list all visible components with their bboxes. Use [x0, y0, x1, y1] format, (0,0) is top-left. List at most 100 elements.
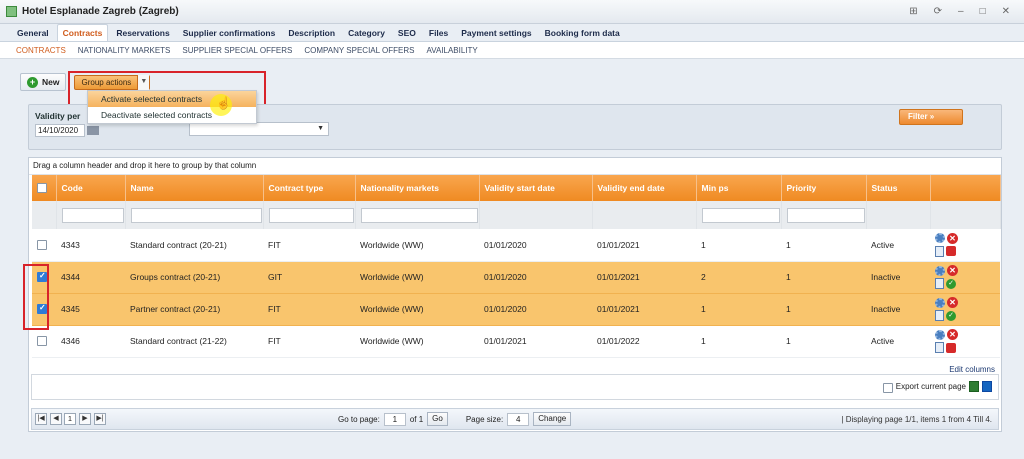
refresh-icon[interactable]: ⟳: [934, 6, 942, 17]
filter-minps-input[interactable]: [701, 207, 780, 223]
deactivate-icon[interactable]: [946, 246, 956, 257]
filter-button[interactable]: Filter »: [899, 109, 963, 125]
col-min-ps[interactable]: Min ps: [696, 175, 782, 201]
subtab-company-special-offers[interactable]: COMPANY SPECIAL OFFERS: [304, 46, 414, 55]
highlight-box-checkboxes: [23, 264, 49, 330]
table-row[interactable]: 4343 Standard contract (20-21) FIT World…: [32, 229, 1000, 262]
new-button[interactable]: + New: [20, 73, 67, 91]
filter-type-input[interactable]: [268, 207, 354, 223]
filter-markets-input[interactable]: [360, 207, 478, 223]
filter-cell-actions: [930, 201, 1001, 229]
pin-icon[interactable]: ⊞: [909, 6, 917, 17]
cell-actions: ✕ ✓: [930, 261, 1000, 294]
prev-page-icon[interactable]: ◀: [50, 413, 62, 425]
word-export-icon[interactable]: [982, 381, 992, 392]
validity-date-field[interactable]: 14/10/2020: [35, 124, 85, 137]
activate-icon[interactable]: ✓: [946, 278, 956, 289]
copy-icon[interactable]: [935, 278, 944, 289]
filter-priority-input[interactable]: [786, 207, 865, 223]
filter-cell-status: [866, 201, 931, 229]
maximize-icon[interactable]: □: [980, 6, 986, 17]
copy-icon[interactable]: [935, 245, 944, 257]
filter-code-input[interactable]: [61, 207, 124, 223]
tab-reservations[interactable]: Reservations: [111, 25, 174, 41]
cell-end: 01/01/2021: [592, 229, 696, 262]
col-nationality-markets[interactable]: Nationality markets: [355, 175, 480, 201]
col-priority[interactable]: Priority: [781, 175, 867, 201]
calendar-icon[interactable]: [87, 126, 99, 135]
cell-min-ps: 1: [696, 325, 781, 358]
filter-row: [32, 201, 1001, 229]
table-row[interactable]: 4346 Standard contract (21-22) FIT World…: [32, 325, 1000, 358]
col-validity-end[interactable]: Validity end date: [592, 175, 697, 201]
go-button[interactable]: Go: [427, 412, 448, 426]
select-all-checkbox[interactable]: [37, 183, 47, 193]
copy-icon[interactable]: [935, 342, 944, 353]
window-controls: ⊞ ⟳ – □ ✕: [909, 6, 1018, 17]
next-page-icon[interactable]: ▶: [79, 413, 91, 425]
subtab-availability[interactable]: AVAILABILITY: [426, 46, 477, 55]
delete-icon[interactable]: ✕: [947, 232, 958, 244]
edit-columns-link[interactable]: Edit columns: [949, 365, 995, 374]
tab-description[interactable]: Description: [283, 25, 340, 41]
go-to-page-input[interactable]: 1: [383, 412, 406, 426]
subtab-contracts[interactable]: CONTRACTS: [16, 46, 66, 55]
filter-cell-priority: [781, 201, 867, 229]
filter-cell-markets: [355, 201, 480, 229]
cell-code: 4343: [56, 229, 125, 262]
subtab-nationality-markets[interactable]: NATIONALITY MARKETS: [78, 46, 171, 55]
copy-icon[interactable]: [935, 310, 944, 321]
tab-supplier-confirmations[interactable]: Supplier confirmations: [178, 25, 281, 41]
select-all-header[interactable]: [32, 175, 57, 201]
filter-cell-minps: [696, 201, 782, 229]
page-size-label: Page size:: [465, 414, 504, 424]
tab-payment-settings[interactable]: Payment settings: [456, 25, 536, 41]
row-checkbox[interactable]: [37, 239, 47, 250]
first-page-icon[interactable]: |◀: [35, 413, 47, 425]
settings-icon[interactable]: [935, 297, 945, 308]
table-row[interactable]: 4345 Partner contract (20-21) FIT Worldw…: [32, 293, 1000, 326]
tab-seo[interactable]: SEO: [393, 25, 421, 41]
settings-icon[interactable]: [935, 329, 945, 340]
close-icon[interactable]: ✕: [1002, 6, 1010, 17]
filter-name-input[interactable]: [130, 207, 262, 223]
col-name[interactable]: Name: [125, 175, 264, 201]
filter-cell-type: [263, 201, 356, 229]
delete-icon[interactable]: ✕: [947, 297, 958, 308]
col-validity-start[interactable]: Validity start date: [479, 175, 593, 201]
filter-button-label: Filter: [908, 112, 928, 121]
col-contract-type[interactable]: Contract type: [263, 175, 356, 201]
settings-icon[interactable]: [935, 265, 945, 276]
delete-icon[interactable]: ✕: [947, 265, 958, 276]
last-page-icon[interactable]: ▶|: [94, 413, 106, 425]
deactivate-icon[interactable]: [946, 342, 956, 353]
tab-files[interactable]: Files: [424, 25, 453, 41]
subtab-supplier-special-offers[interactable]: SUPPLIER SPECIAL OFFERS: [182, 46, 292, 55]
tab-general[interactable]: General: [12, 25, 54, 41]
page-size-input[interactable]: 4: [507, 412, 530, 426]
export-current-page-checkbox[interactable]: [882, 382, 893, 393]
activate-icon[interactable]: ✓: [946, 310, 956, 321]
table-row[interactable]: 4344 Groups contract (20-21) GIT Worldwi…: [32, 261, 1000, 294]
cell-priority: 1: [781, 261, 866, 294]
cell-priority: 1: [781, 325, 866, 358]
cell-name: Standard contract (20-21): [125, 229, 263, 262]
delete-icon[interactable]: ✕: [947, 329, 958, 340]
tab-category[interactable]: Category: [343, 25, 390, 41]
page-number-button[interactable]: 1: [64, 413, 76, 425]
tab-booking-form-data[interactable]: Booking form data: [540, 25, 625, 41]
export-bar: Export current page: [31, 374, 999, 400]
excel-export-icon[interactable]: [969, 381, 979, 392]
settings-icon[interactable]: [935, 233, 945, 244]
change-button[interactable]: Change: [533, 412, 572, 426]
filter-cell-code: [56, 201, 126, 229]
row-checkbox[interactable]: [37, 336, 47, 346]
export-controls: Export current page: [882, 381, 992, 393]
col-code[interactable]: Code: [56, 175, 126, 201]
pager-controls: Go to page: 1 of 1 Go Page size: 4 Chang…: [338, 412, 572, 426]
tab-contracts[interactable]: Contracts: [56, 24, 109, 41]
col-status[interactable]: Status: [866, 175, 931, 201]
market-select[interactable]: ▼: [189, 122, 329, 136]
header-row: Code Name Contract type Nationality mark…: [32, 175, 1001, 201]
minimize-icon[interactable]: –: [958, 6, 964, 17]
